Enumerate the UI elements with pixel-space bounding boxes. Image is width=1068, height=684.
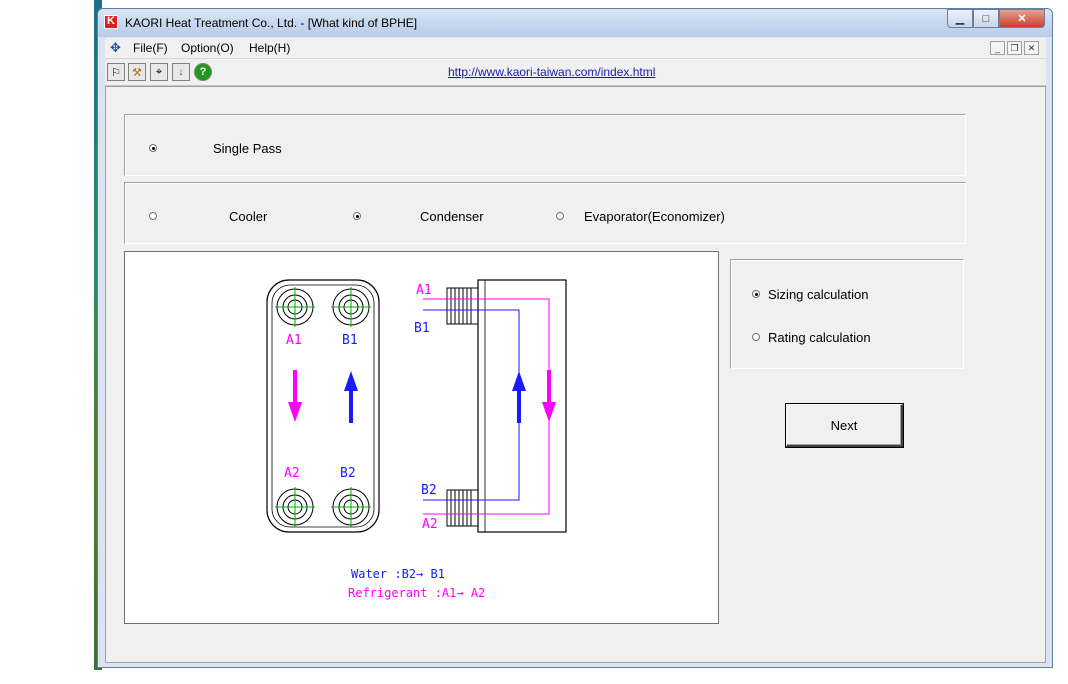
sizing-calculation-radio[interactable]: [752, 290, 760, 298]
rating-calculation-radio[interactable]: [752, 333, 760, 341]
side-connector-top: [446, 287, 479, 325]
refrigerant-flow-legend: Refrigerant :A1→ A2: [348, 586, 485, 600]
label-b2-side: B2: [421, 483, 437, 498]
bphe-flow-diagram: A1 B1 A2 B2 A1 B1 B2 A2 Water:B2→ B1 Re…: [124, 251, 719, 624]
bphe-diagram-svg: A1 B1 A2 B2 A1 B1 B2 A2 Water:B2→ B1 Re…: [266, 279, 567, 600]
mdi-system-icon[interactable]: ✥: [110, 40, 121, 56]
single-pass-radio[interactable]: [149, 144, 157, 152]
binoculars-icon[interactable]: ⌖: [150, 63, 168, 81]
water-flow-path: [423, 309, 520, 501]
form-area: Single Pass Cooler Condenser Evaporator(…: [105, 86, 1046, 663]
website-link[interactable]: http://www.kaori-taiwan.com/index.html: [448, 65, 655, 79]
label-b1-front: B1: [342, 333, 358, 348]
toolbar: ⚐ ⚒ ⌖ ↓ ? http://www.kaori-taiwan.com/in…: [105, 59, 1046, 86]
evaporator-label[interactable]: Evaporator(Economizer): [584, 209, 725, 224]
port-b2-symbol: [331, 487, 371, 527]
menu-help[interactable]: Help(H): [249, 41, 290, 55]
pass-group: Single Pass: [124, 114, 966, 176]
flag-icon[interactable]: ⚐: [107, 63, 125, 81]
refrigerant-flow-path: [423, 298, 550, 515]
calculation-mode-group: Sizing calculation Rating calculation: [730, 259, 964, 369]
port-b1-symbol: [331, 287, 371, 327]
side-refrigerant-arrow: [542, 370, 556, 422]
tools-icon[interactable]: ⚒: [128, 63, 146, 81]
cooler-radio[interactable]: [149, 212, 157, 220]
child-minimize-button[interactable]: _: [990, 41, 1005, 55]
menu-option[interactable]: Option(O): [181, 41, 234, 55]
label-a2-side: A2: [422, 517, 438, 532]
refrigerant-down-arrow: [288, 370, 302, 422]
water-up-arrow: [344, 371, 358, 423]
port-a2-symbol: [275, 487, 315, 527]
condenser-label[interactable]: Condenser: [420, 209, 484, 224]
menu-bar: ✥ File(F) Option(O) Help(H) _ ❐ ✕: [105, 38, 1046, 59]
rating-calculation-label[interactable]: Rating calculation: [768, 330, 871, 345]
evaporator-radio[interactable]: [556, 212, 564, 220]
app-window: KAORI Heat Treatment Co., Ltd. - [What k…: [97, 8, 1053, 668]
side-water-arrow: [512, 371, 526, 423]
maximize-button[interactable]: □: [973, 9, 999, 28]
help-icon[interactable]: ?: [194, 63, 212, 81]
cooler-label[interactable]: Cooler: [229, 209, 267, 224]
condenser-radio[interactable]: [353, 212, 361, 220]
single-pass-label[interactable]: Single Pass: [213, 141, 282, 156]
sizing-calculation-label[interactable]: Sizing calculation: [768, 287, 868, 302]
exchanger-type-group: Cooler Condenser Evaporator(Economizer): [124, 182, 966, 244]
port-a1-symbol: [275, 287, 315, 327]
kaori-app-icon: [104, 15, 118, 29]
label-a2-front: A2: [284, 466, 300, 481]
water-flow-legend: Water :B2→ B1: [351, 567, 445, 581]
label-b1-side: B1: [414, 321, 430, 336]
child-restore-button[interactable]: ❐: [1007, 41, 1022, 55]
download-arrow-icon[interactable]: ↓: [172, 63, 190, 81]
minimize-button[interactable]: ▁: [947, 9, 973, 28]
child-close-button[interactable]: ✕: [1024, 41, 1039, 55]
menu-file[interactable]: File(F): [133, 41, 168, 55]
title-bar[interactable]: KAORI Heat Treatment Co., Ltd. - [What k…: [98, 9, 1052, 37]
side-connector-bottom: [446, 489, 479, 527]
label-b2-front: B2: [340, 466, 356, 481]
label-a1-side: A1: [416, 283, 432, 298]
label-a1-front: A1: [286, 333, 302, 348]
next-button[interactable]: Next: [786, 404, 903, 447]
close-button[interactable]: ✕: [999, 9, 1045, 28]
plate-front-outline: [266, 279, 380, 533]
window-title: KAORI Heat Treatment Co., Ltd. - [What k…: [125, 16, 418, 30]
